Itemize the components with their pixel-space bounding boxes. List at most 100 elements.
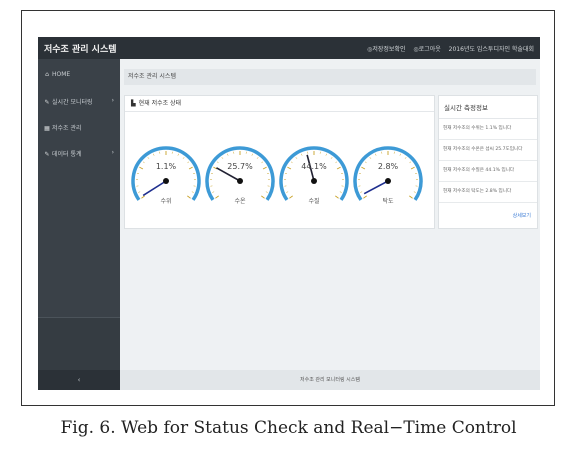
gauge-hub [163, 178, 169, 184]
gauge-tick [364, 161, 367, 164]
gauge-tick [221, 157, 224, 159]
realtime-panel-title: 실시간 측정정보 [439, 96, 537, 119]
gauge-tick [216, 161, 219, 164]
gauge-tick [227, 153, 229, 156]
gauge-tick [187, 161, 190, 164]
gauge-arc [205, 146, 275, 201]
home-icon: ⌂ [45, 71, 49, 78]
grid-icon: ▦ [44, 125, 50, 132]
gauge-hub [237, 178, 243, 184]
gauge-tick [409, 161, 412, 164]
footer: 저수조 관리 모니터링 시스템 [120, 370, 540, 390]
gauge-label: 수질 [308, 198, 320, 205]
gauge-tick [287, 166, 292, 170]
sidebar-item-home[interactable]: ⌂ HOME [44, 71, 116, 78]
gauge-tick [375, 153, 377, 156]
realtime-row: 현재 저수조의 수위는 1.1% 입니다 [439, 119, 537, 140]
details-link[interactable]: 상세보기 [513, 212, 531, 219]
sidebar: ⌂ HOME ✎ 실시간 모니터링 › ▦ 저수조 관리 ✎ 데이터 통계 › ‹ [38, 59, 120, 390]
gauge-tick [360, 191, 363, 193]
top-bar-links: ◎저장정보확인 ◎로그아웃 2016년도 임스투디자인 학술대회 [361, 44, 534, 53]
gauge-tick [335, 161, 338, 164]
gauge-tick [325, 153, 327, 156]
chevron-right-icon: › [111, 149, 114, 156]
gauge-value: 2.8% [378, 162, 399, 171]
gauge-tick [210, 172, 214, 174]
gauge-tick [251, 153, 253, 156]
realtime-panel: 실시간 측정정보 현재 저수조의 수위는 1.1% 입니다 현재 저수조의 수온… [438, 95, 538, 229]
top-link-info[interactable]: ◎저장정보확인 [367, 46, 405, 53]
gauge-tick [266, 172, 270, 174]
gauge-tick [295, 157, 298, 159]
gauge-tick [290, 161, 293, 164]
gauge-tick [262, 166, 267, 170]
app-title: 저수조 관리 시스템 [44, 45, 117, 55]
status-panel: ▙ 현재 저수조 상태 1.1% 25.7% 44.1% 2.8% 수위 수온 수질 탁… [124, 95, 435, 229]
gauge-tick [177, 153, 179, 156]
top-link-event[interactable]: 2016년도 임스투디자인 학술대회 [449, 46, 534, 53]
gauge-value: 25.7% [227, 162, 253, 171]
sidebar-lower-block [38, 317, 120, 371]
chevron-right-icon: › [111, 97, 114, 104]
gauge: 25.7% [205, 146, 275, 201]
gauge-tick [142, 161, 145, 164]
gauge-tick [286, 191, 289, 193]
gauge-tick [404, 157, 407, 159]
gauge-tick [256, 157, 259, 159]
wrench-icon: ✎ [44, 99, 50, 106]
main-content: 저수조 관리 시스템 ▙ 현재 저수조 상태 1.1% 25.7% 44.1% 2.8%… [120, 59, 540, 390]
gauge-tick [413, 191, 416, 193]
gauge-tick [284, 172, 288, 174]
page-title: 저수조 관리 시스템 [124, 69, 536, 85]
gauge-tick [358, 172, 362, 174]
sidebar-item-statistics[interactable]: ✎ 데이터 통계 › [44, 149, 116, 158]
gauge-tick [212, 191, 215, 193]
gauge-hub [385, 178, 391, 184]
gauge-label: 탁도 [382, 198, 394, 205]
gauge-arc [353, 146, 423, 201]
gauge-needle [142, 180, 167, 197]
gauge-value: 44.1% [301, 162, 327, 171]
sidebar-item-label: 저수조 관리 [52, 125, 82, 132]
figure-frame: 저수조 관리 시스템 ◎저장정보확인 ◎로그아웃 2016년도 임스투디자인 학… [21, 10, 555, 406]
app-window: 저수조 관리 시스템 ◎저장정보확인 ◎로그아웃 2016년도 임스투디자인 학… [38, 37, 540, 390]
gauge-tick [361, 166, 366, 170]
gauge-hub [311, 178, 317, 184]
realtime-row: 현재 저수조의 수질은 44.1% 입니다 [439, 161, 537, 182]
gauge-tick [261, 161, 264, 164]
realtime-row: 현재 저수조의 수온은 섭씨 25.7도입니다 [439, 140, 537, 161]
gauge-tick [410, 166, 415, 170]
gauge-tick [147, 157, 150, 159]
gauge-tick [340, 172, 344, 174]
gauge-tick [336, 166, 341, 170]
sidebar-item-monitoring[interactable]: ✎ 실시간 모니터링 › [44, 97, 116, 106]
gauge-label: 수위 [160, 198, 172, 205]
wrench-icon: ✎ [44, 151, 50, 158]
gauge-tick [138, 191, 141, 193]
gauge-tick [399, 153, 401, 156]
gauge-tick [182, 157, 185, 159]
gauge-tick [369, 157, 372, 159]
gauge: 44.1% [279, 146, 349, 201]
gauge-tick [301, 153, 303, 156]
sidebar-item-management[interactable]: ▦ 저수조 관리 [44, 123, 116, 132]
gauge-value: 1.1% [156, 162, 177, 171]
sidebar-item-label: HOME [52, 71, 71, 78]
top-link-logout[interactable]: ◎로그아웃 [413, 46, 440, 53]
gauge-tick [192, 172, 196, 174]
sidebar-item-label: 데이터 통계 [52, 151, 82, 158]
status-panel-title: 현재 저수조 상태 [138, 100, 182, 107]
gauge-tick [153, 153, 155, 156]
gauge-tick [414, 172, 418, 174]
gauge-tick [265, 191, 268, 193]
gauge-tick [136, 172, 140, 174]
sidebar-item-label: 실시간 모니터링 [52, 99, 93, 106]
gauge-label: 수온 [234, 198, 246, 205]
gauge-arc [131, 146, 201, 201]
gauge-tick [330, 157, 333, 159]
gauge-tick [191, 191, 194, 193]
gauge-tick [339, 191, 342, 193]
top-bar: 저수조 관리 시스템 ◎저장정보확인 ◎로그아웃 2016년도 임스투디자인 학… [38, 37, 540, 59]
sidebar-collapse-button[interactable]: ‹ [38, 370, 120, 390]
gauge: 2.8% [353, 146, 423, 201]
